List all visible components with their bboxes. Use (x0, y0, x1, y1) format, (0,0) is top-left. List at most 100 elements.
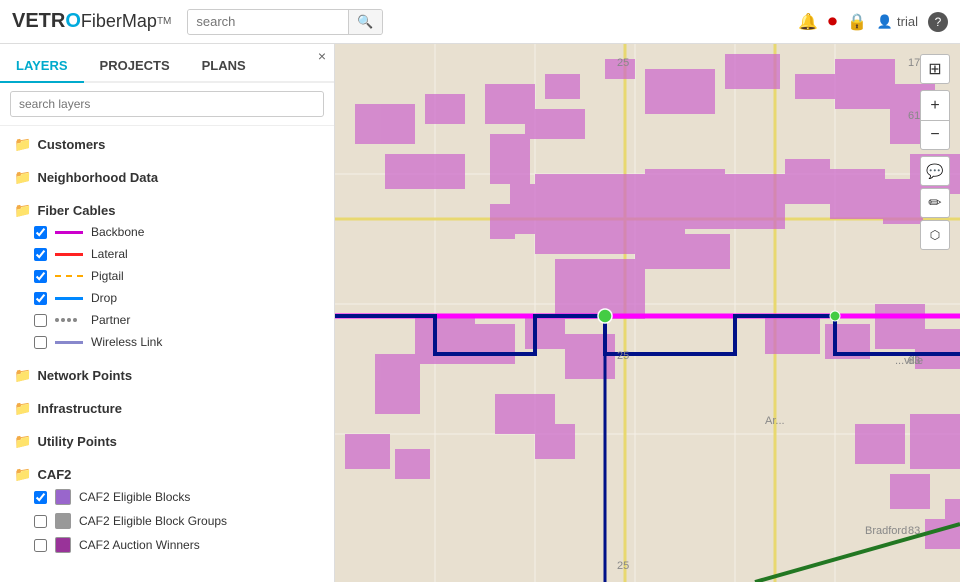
svg-text:83: 83 (908, 525, 920, 537)
caf2-auction-winners-label: CAF2 Auction Winners (79, 538, 200, 552)
layer-group-fiber-cables: 📁 Fiber Cables Backbone (0, 192, 334, 357)
zoom-controls: + − (920, 90, 950, 150)
backbone-label: Backbone (91, 225, 144, 239)
caf2-label: CAF2 (37, 467, 71, 482)
layer-group-fiber-cables-title[interactable]: 📁 Fiber Cables (14, 200, 320, 221)
infrastructure-label: Infrastructure (37, 401, 122, 416)
wireless-link-label: Wireless Link (91, 335, 162, 349)
layer-item-caf2-auction-winners: CAF2 Auction Winners (14, 533, 320, 557)
layer-group-infrastructure-title[interactable]: 📁 Infrastructure (14, 398, 320, 419)
svg-text:...ville: ...ville (895, 355, 923, 367)
utility-points-label: Utility Points (37, 434, 116, 449)
tab-projects[interactable]: PROJECTS (84, 50, 186, 83)
lateral-line-sample (55, 249, 83, 259)
zoom-out-button[interactable]: − (920, 120, 950, 150)
logo-tm: TM (157, 16, 171, 27)
partner-checkbox[interactable] (34, 314, 47, 327)
help-button[interactable]: ? (928, 12, 948, 32)
comment-button[interactable]: 💬 (920, 156, 950, 186)
layer-group-network-points-title[interactable]: 📁 Network Points (14, 365, 320, 386)
svg-text:Ar...: Ar... (765, 415, 785, 427)
header-right: 🔔 ⏺ 🔒 👤 trial ? (798, 11, 948, 32)
layer-item-caf2-eligible-blocks: CAF2 Eligible Blocks (14, 485, 320, 509)
lateral-checkbox[interactable] (34, 248, 47, 261)
folder-icon: 📁 (14, 400, 31, 417)
svg-text:25: 25 (617, 560, 629, 572)
pigtail-line-sample (55, 271, 83, 281)
pigtail-checkbox[interactable] (34, 270, 47, 283)
user-account[interactable]: 👤 trial (877, 14, 918, 30)
layer-group-neighborhood-title[interactable]: 📁 Neighborhood Data (14, 167, 320, 188)
folder-icon: 📁 (14, 136, 31, 153)
folder-icon: 📁 (14, 169, 31, 186)
lateral-label: Lateral (91, 247, 128, 261)
network-points-label: Network Points (37, 368, 132, 383)
layer-item-backbone: Backbone (14, 221, 320, 243)
select-button[interactable]: ⬡ (920, 220, 950, 250)
fiber-cables-label: Fiber Cables (37, 203, 115, 218)
svg-text:61: 61 (908, 110, 920, 122)
caf2-eligible-block-groups-checkbox[interactable] (34, 515, 47, 528)
layer-group-caf2-title[interactable]: 📁 CAF2 (14, 464, 320, 485)
tabs: LAYERS PROJECTS PLANS (0, 44, 334, 83)
map-svg: 25 17 61 25 83 25 83 Ar... Bradford ...v… (335, 44, 960, 582)
tab-layers[interactable]: LAYERS (0, 50, 84, 83)
logo-circle: O (65, 10, 81, 33)
lock-icon[interactable]: 🔒 (847, 12, 867, 32)
bell-icon[interactable]: 🔔 (798, 12, 818, 32)
drop-checkbox[interactable] (34, 292, 47, 305)
layer-item-caf2-eligible-block-groups: CAF2 Eligible Block Groups (14, 509, 320, 533)
tab-plans[interactable]: PLANS (186, 50, 262, 83)
sidebar: × LAYERS PROJECTS PLANS 📁 Customers � (0, 44, 335, 582)
layers-icon: ⊞ (928, 59, 941, 79)
comment-icon: 💬 (926, 163, 943, 180)
zoom-in-button[interactable]: + (920, 90, 950, 120)
layers-list: 📁 Customers 📁 Neighborhood Data 📁 Fiber … (0, 126, 334, 582)
svg-text:Bradford: Bradford (865, 525, 907, 537)
wireless-link-checkbox[interactable] (34, 336, 47, 349)
svg-text:25: 25 (617, 350, 629, 362)
caf2-eligible-block-groups-swatch (55, 513, 71, 529)
caf2-eligible-blocks-label: CAF2 Eligible Blocks (79, 490, 190, 504)
backbone-checkbox[interactable] (34, 226, 47, 239)
layer-item-wireless-link: Wireless Link (14, 331, 320, 353)
sidebar-close-button[interactable]: × (318, 48, 326, 64)
logo-fibermap: FiberMap (81, 11, 157, 32)
layer-group-utility-points-title[interactable]: 📁 Utility Points (14, 431, 320, 452)
map-controls: ⊞ + − 💬 ✏ ⬡ (920, 54, 950, 250)
caf2-eligible-blocks-checkbox[interactable] (34, 491, 47, 504)
search-layers-bar (0, 83, 334, 126)
edit-button[interactable]: ✏ (920, 188, 950, 218)
caf2-auction-winners-checkbox[interactable] (34, 539, 47, 552)
layers-toggle-button[interactable]: ⊞ (920, 54, 950, 84)
caf2-auction-winners-swatch (55, 537, 71, 553)
backbone-line-sample (55, 227, 83, 237)
layer-group-infrastructure: 📁 Infrastructure (0, 390, 334, 423)
logo: VETROFiberMapTM (12, 10, 171, 33)
caf2-eligible-block-groups-label: CAF2 Eligible Block Groups (79, 514, 227, 528)
search-input[interactable] (188, 10, 348, 33)
trial-label: trial (897, 14, 918, 29)
layer-group-customers-title[interactable]: 📁 Customers (14, 134, 320, 155)
layer-group-neighborhood-data: 📁 Neighborhood Data (0, 159, 334, 192)
partner-line-sample (55, 315, 83, 325)
search-button[interactable]: 🔍 (348, 10, 381, 34)
main: × LAYERS PROJECTS PLANS 📁 Customers � (0, 44, 960, 582)
search-bar: 🔍 (187, 9, 382, 35)
wireless-link-line-sample (55, 337, 83, 347)
drop-line-sample (55, 293, 83, 303)
layer-group-utility-points: 📁 Utility Points (0, 423, 334, 456)
folder-icon: 📁 (14, 466, 31, 483)
user-icon: 👤 (877, 14, 893, 30)
folder-icon: 📁 (14, 433, 31, 450)
toggle-icon[interactable]: ⏺ (828, 11, 837, 32)
svg-text:25: 25 (617, 57, 629, 69)
search-layers-input[interactable] (10, 91, 324, 117)
map-area[interactable]: 25 17 61 25 83 25 83 Ar... Bradford ...v… (335, 44, 960, 582)
layer-group-customers: 📁 Customers (0, 126, 334, 159)
logo-vetro: VETR (12, 10, 65, 33)
layer-item-drop: Drop (14, 287, 320, 309)
neighborhood-data-label: Neighborhood Data (37, 170, 158, 185)
customers-label: Customers (37, 137, 105, 152)
select-icon: ⬡ (930, 228, 940, 242)
